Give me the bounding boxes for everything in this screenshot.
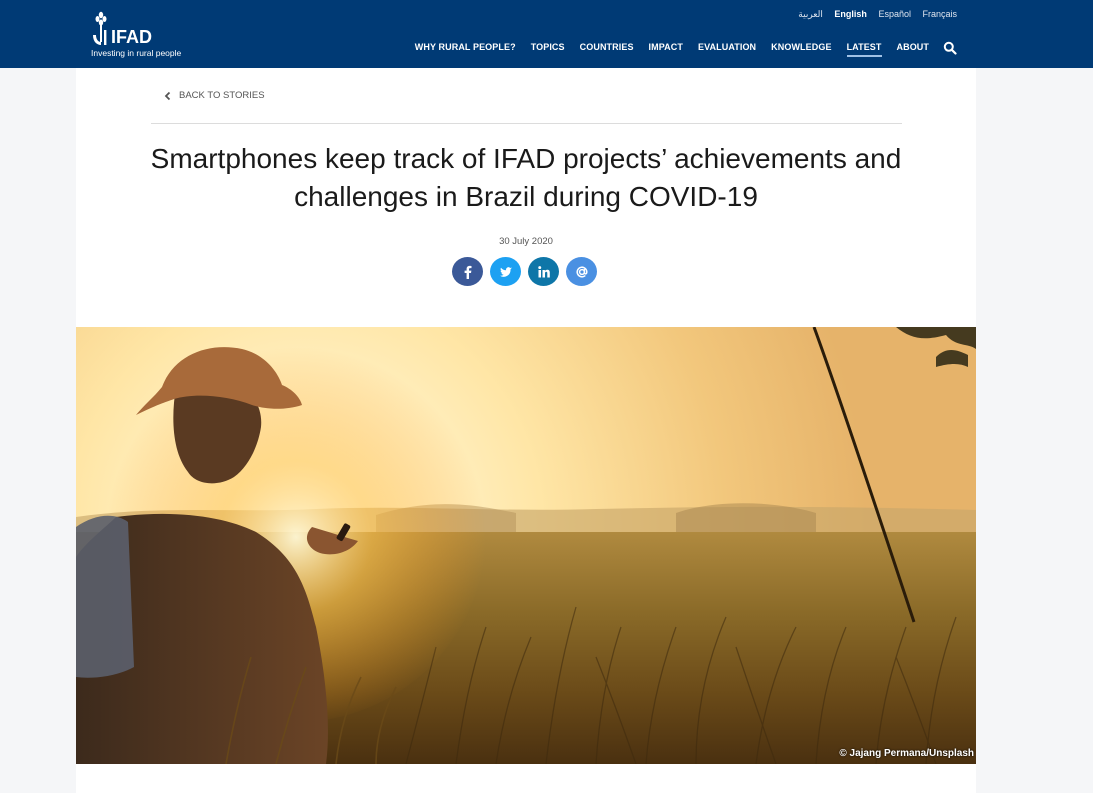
ifad-logo-mark: IFAD bbox=[93, 11, 152, 47]
nav-countries[interactable]: COUNTRIES bbox=[580, 42, 634, 57]
nav-knowledge[interactable]: KNOWLEDGE bbox=[771, 42, 831, 57]
article-page: BACK TO STORIES Smartphones keep track o… bbox=[76, 68, 976, 793]
svg-text:IFAD: IFAD bbox=[111, 27, 152, 47]
facebook-icon bbox=[464, 265, 471, 279]
back-label: BACK TO STORIES bbox=[179, 90, 265, 101]
article-title-line-1: Smartphones keep track of IFAD projects’… bbox=[150, 143, 902, 174]
divider bbox=[151, 123, 902, 124]
main-nav: WHY RURAL PEOPLE? TOPICS COUNTRIES IMPAC… bbox=[400, 41, 957, 57]
nav-why-rural-people[interactable]: WHY RURAL PEOPLE? bbox=[415, 42, 516, 57]
farmer-with-smartphone-photo bbox=[76, 327, 976, 764]
twitter-icon bbox=[499, 266, 512, 277]
chevron-left-icon bbox=[164, 91, 171, 100]
lang-english[interactable]: English bbox=[834, 9, 867, 19]
nav-about[interactable]: ABOUT bbox=[897, 42, 930, 57]
article-title: Smartphones keep track of IFAD projects’… bbox=[76, 140, 976, 216]
lang-arabic[interactable]: العربية bbox=[798, 9, 823, 20]
logo-tagline: Investing in rural people bbox=[91, 48, 182, 58]
search-icon[interactable] bbox=[943, 41, 957, 55]
language-switcher: العربية English Español Français bbox=[789, 9, 957, 20]
at-icon bbox=[575, 266, 588, 278]
linkedin-icon bbox=[537, 265, 550, 277]
nav-topics[interactable]: TOPICS bbox=[531, 42, 565, 57]
share-linkedin-button[interactable] bbox=[528, 257, 559, 286]
hero-image: © Jajang Permana/Unsplash bbox=[76, 327, 976, 764]
lang-spanish[interactable]: Español bbox=[878, 9, 911, 19]
image-credit: © Jajang Permana/Unsplash bbox=[839, 748, 974, 759]
share-email-button[interactable] bbox=[566, 257, 597, 286]
back-to-stories-link[interactable]: BACK TO STORIES bbox=[164, 90, 265, 101]
lang-french[interactable]: Français bbox=[922, 9, 957, 19]
nav-evaluation[interactable]: EVALUATION bbox=[698, 42, 756, 57]
nav-latest[interactable]: LATEST bbox=[846, 42, 882, 57]
article-title-line-2: challenges in Brazil during COVID-19 bbox=[294, 181, 758, 212]
share-buttons bbox=[452, 257, 604, 286]
share-facebook-button[interactable] bbox=[452, 257, 483, 286]
article-date: 30 July 2020 bbox=[499, 236, 553, 247]
nav-impact[interactable]: IMPACT bbox=[649, 42, 683, 57]
site-header: IFAD Investing in rural people العربية E… bbox=[0, 0, 1093, 68]
share-twitter-button[interactable] bbox=[490, 257, 521, 286]
